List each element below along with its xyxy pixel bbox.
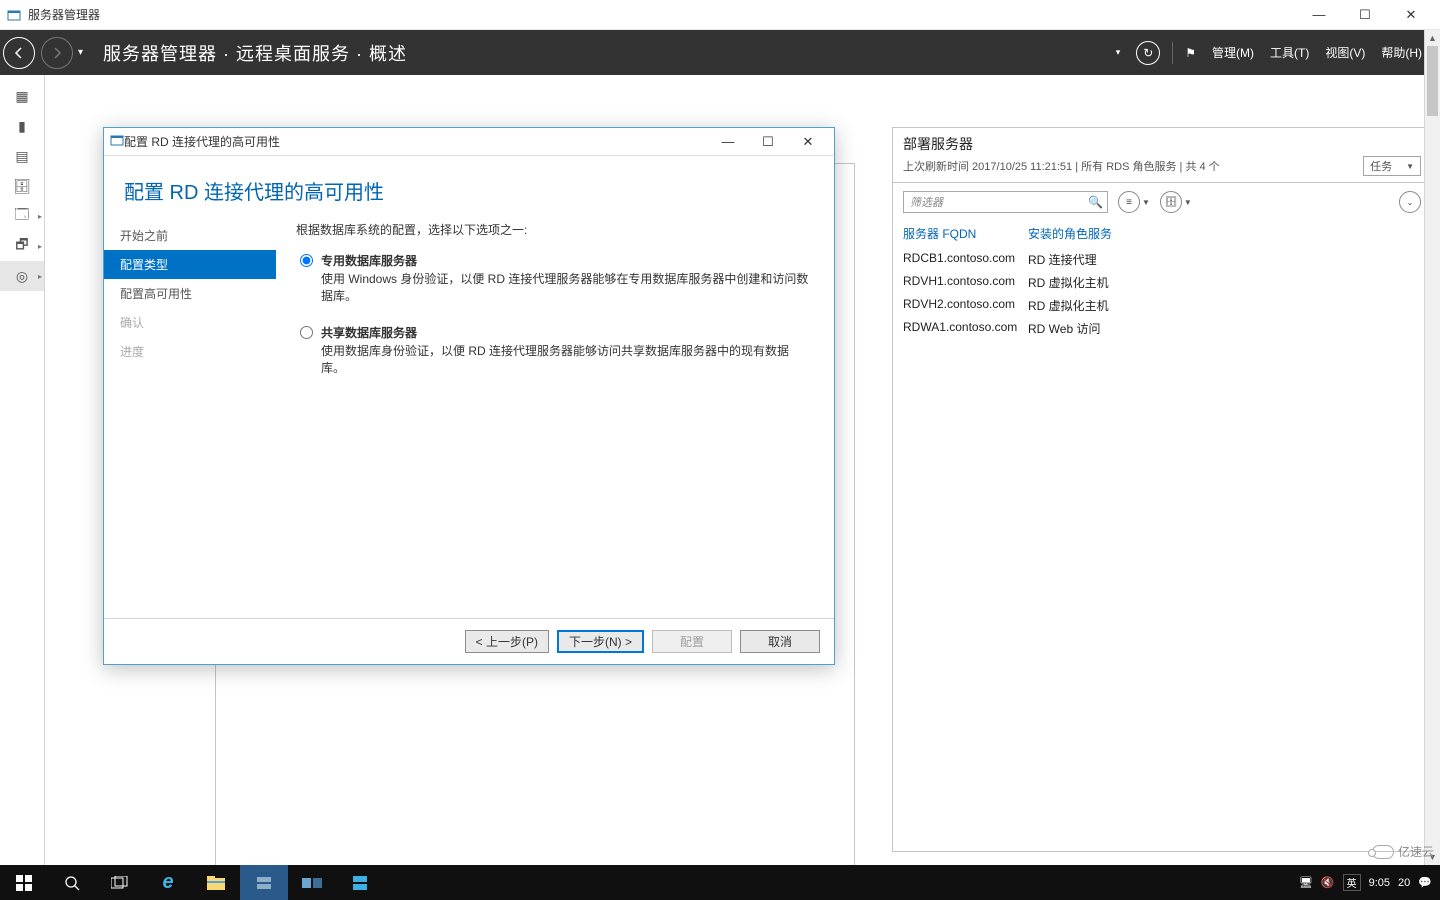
main-area: 部署服务器 上次刷新时间 2017/10/25 11:21:51 | 所有 RD… <box>45 75 1440 865</box>
prev-button[interactable]: < 上一步(P) <box>465 630 549 653</box>
clock-time[interactable]: 9:05 <box>1369 877 1390 889</box>
dialog-footer: < 上一步(P) 下一步(N) > 配置 取消 <box>104 618 834 664</box>
app-body: ▦ ▮ ▤ 🗄 🗔 🗗 ◎ 部署服务器 上次刷新时间 2017/10/25 11… <box>0 75 1440 865</box>
system-tray[interactable]: 🖥 🔇 英 9:05 20 💬 <box>1291 874 1440 891</box>
sidebar-hyperv-icon[interactable]: 🗗 <box>0 231 44 261</box>
start-button[interactable] <box>0 865 48 900</box>
app-icon <box>6 7 22 23</box>
sidebar-all-servers-icon[interactable]: ▤ <box>0 141 44 171</box>
dialog-minimize-button[interactable]: — <box>708 128 748 156</box>
window-minimize-button[interactable]: — <box>1296 0 1342 30</box>
sidebar-iis-icon[interactable]: 🗔 <box>0 201 44 231</box>
dialog-titlebar: 配置 RD 连接代理的高可用性 — ☐ ✕ <box>104 128 834 156</box>
configure-button: 配置 <box>652 630 732 653</box>
scroll-thumb[interactable] <box>1427 46 1438 116</box>
ime-indicator[interactable]: 英 <box>1343 874 1361 891</box>
app-header: ▾ 服务器管理器 · 远程桌面服务 · 概述 ▾ ↻ ⚑ 管理(M) 工具(T)… <box>0 30 1440 75</box>
dialog-close-button[interactable]: ✕ <box>788 128 828 156</box>
volume-icon[interactable]: 🔇 <box>1321 876 1335 889</box>
nav-step-ha[interactable]: 配置高可用性 <box>104 279 276 308</box>
window-maximize-button[interactable]: ☐ <box>1342 0 1388 30</box>
clock-date[interactable]: 20 <box>1398 877 1410 889</box>
col-header-role[interactable]: 安装的角色服务 <box>1028 225 1421 242</box>
server-manager-button[interactable] <box>240 865 288 900</box>
taskbar-app2-button[interactable] <box>336 865 384 900</box>
filter-input[interactable]: 筛选器 🔍 <box>903 191 1108 213</box>
dialog-maximize-button[interactable]: ☐ <box>748 128 788 156</box>
filter-options-button[interactable]: ≡ <box>1118 191 1140 213</box>
deployment-servers-panel: 部署服务器 上次刷新时间 2017/10/25 11:21:51 | 所有 RD… <box>892 127 1432 852</box>
nav-step-before[interactable]: 开始之前 <box>104 221 276 250</box>
search-button[interactable] <box>48 865 96 900</box>
nav-back-button[interactable] <box>3 37 35 69</box>
content-intro: 根据数据库系统的配置，选择以下选项之一: <box>296 221 810 238</box>
nav-forward-button[interactable] <box>41 37 73 69</box>
dialog-heading: 配置 RD 连接代理的高可用性 <box>104 156 834 219</box>
window-title: 服务器管理器 <box>28 6 100 23</box>
table-row[interactable]: RDCB1.contoso.comRD 连接代理 <box>903 248 1421 271</box>
dialog-content: 根据数据库系统的配置，选择以下选项之一: 专用数据库服务器 使用 Windows… <box>276 219 834 618</box>
option-dedicated-db[interactable]: 专用数据库服务器 使用 Windows 身份验证，以便 RD 连接代理服务器能够… <box>296 252 810 306</box>
taskbar-app1-button[interactable] <box>288 865 336 900</box>
sidebar-local-server-icon[interactable]: ▮ <box>0 111 44 141</box>
nav-step-type[interactable]: 配置类型 <box>104 250 276 279</box>
breadcrumb: 服务器管理器 · 远程桌面服务 · 概述 <box>103 40 407 66</box>
scroll-track[interactable] <box>1425 46 1440 849</box>
menu-tools[interactable]: 工具(T) <box>1266 30 1313 75</box>
expand-button[interactable]: ⌄ <box>1399 191 1421 213</box>
search-icon[interactable]: 🔍 <box>1088 195 1103 209</box>
sidebar: ▦ ▮ ▤ 🗄 🗔 🗗 ◎ <box>0 75 45 865</box>
panel-title: 部署服务器 <box>903 134 1421 154</box>
window-titlebar: 服务器管理器 — ☐ ✕ <box>0 0 1440 30</box>
dialog-title: 配置 RD 连接代理的高可用性 <box>124 133 280 150</box>
task-view-button[interactable] <box>96 865 144 900</box>
servers-table: 服务器 FQDN 安装的角色服务 RDCB1.contoso.comRD 连接代… <box>893 221 1431 340</box>
scroll-up-button[interactable]: ▲ <box>1425 30 1440 46</box>
option-shared-db[interactable]: 共享数据库服务器 使用数据库身份验证，以便 RD 连接代理服务器能够访问共享数据… <box>296 324 810 378</box>
menu-help[interactable]: 帮助(H) <box>1377 30 1426 75</box>
option-shared-title: 共享数据库服务器 <box>321 324 810 341</box>
separator <box>1172 42 1173 64</box>
sidebar-rds-icon[interactable]: ◎ <box>0 261 44 291</box>
window-close-button[interactable]: ✕ <box>1388 0 1434 30</box>
explorer-button[interactable] <box>192 865 240 900</box>
taskbar: e 🖥 🔇 英 9:05 20 💬 <box>0 865 1440 900</box>
table-row[interactable]: RDVH1.contoso.comRD 虚拟化主机 <box>903 271 1421 294</box>
filter-save-button[interactable]: 🗄 <box>1160 191 1182 213</box>
sidebar-file-services-icon[interactable]: 🗄 <box>0 171 44 201</box>
option-dedicated-title: 专用数据库服务器 <box>321 252 810 269</box>
configure-ha-dialog: 配置 RD 连接代理的高可用性 — ☐ ✕ 配置 RD 连接代理的高可用性 开始… <box>103 127 835 665</box>
next-button[interactable]: 下一步(N) > <box>557 630 644 653</box>
option-dedicated-desc: 使用 Windows 身份验证，以便 RD 连接代理服务器能够在专用数据库服务器… <box>321 271 810 306</box>
radio-dedicated[interactable] <box>300 254 313 267</box>
tasks-dropdown[interactable]: 任务▼ <box>1363 156 1421 176</box>
col-header-fqdn[interactable]: 服务器 FQDN <box>903 225 1028 242</box>
ie-button[interactable]: e <box>144 865 192 900</box>
radio-shared[interactable] <box>300 326 313 339</box>
panel-subtitle: 上次刷新时间 2017/10/25 11:21:51 | 所有 RDS 角色服务… <box>903 158 1220 174</box>
action-center-icon[interactable]: 💬 <box>1418 876 1432 889</box>
refresh-button[interactable]: ↻ <box>1132 30 1164 75</box>
wizard-nav: 开始之前 配置类型 配置高可用性 确认 进度 <box>104 219 276 618</box>
watermark: 亿速云 <box>1372 843 1434 860</box>
menu-manage[interactable]: 管理(M) <box>1208 30 1258 75</box>
dialog-icon <box>110 133 124 150</box>
nav-step-confirm: 确认 <box>104 308 276 337</box>
network-icon[interactable]: 🖥 <box>1299 876 1313 889</box>
vertical-scrollbar[interactable]: ▲ ▼ <box>1424 30 1440 865</box>
option-shared-desc: 使用数据库身份验证，以便 RD 连接代理服务器能够访问共享数据库服务器中的现有数… <box>321 343 810 378</box>
cancel-button[interactable]: 取消 <box>740 630 820 653</box>
sidebar-dashboard-icon[interactable]: ▦ <box>0 81 44 111</box>
notifications-flag-icon[interactable]: ⚑ <box>1181 30 1200 75</box>
menu-view[interactable]: 视图(V) <box>1321 30 1369 75</box>
table-row[interactable]: RDWA1.contoso.comRD Web 访问 <box>903 317 1421 340</box>
table-row[interactable]: RDVH2.contoso.comRD 虚拟化主机 <box>903 294 1421 317</box>
nav-step-progress: 进度 <box>104 337 276 366</box>
nav-dropdown-icon[interactable]: ▾ <box>78 47 83 58</box>
header-dropdown-icon[interactable]: ▾ <box>1112 30 1125 75</box>
